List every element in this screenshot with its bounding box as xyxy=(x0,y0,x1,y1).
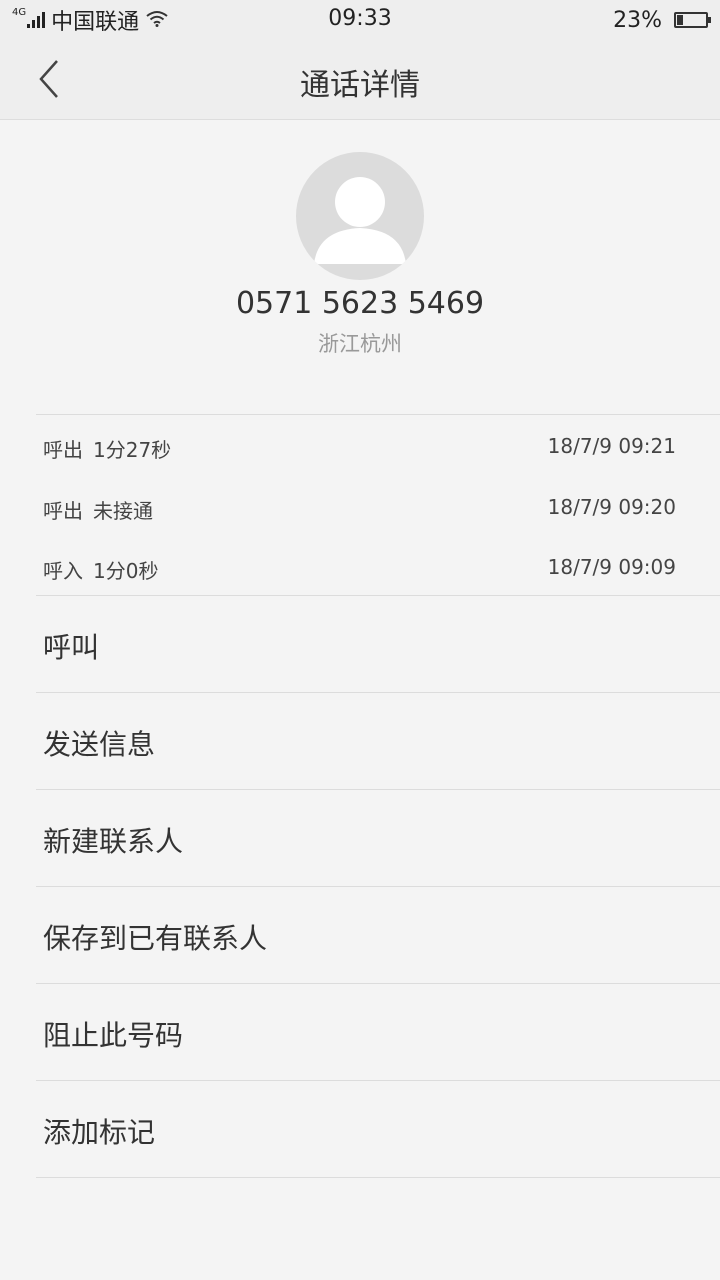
action-label: 呼叫 xyxy=(43,631,100,664)
battery-percent: 23% xyxy=(613,7,662,33)
call-time: 18/7/9 09:20 xyxy=(547,495,676,519)
call-duration: 未接通 xyxy=(93,499,153,523)
action-label: 新建联系人 xyxy=(43,825,184,858)
call-time: 18/7/9 09:21 xyxy=(547,434,676,458)
call-duration: 1分0秒 xyxy=(93,559,159,583)
send-message-button[interactable]: 发送信息 xyxy=(0,693,720,789)
new-contact-button[interactable]: 新建联系人 xyxy=(0,790,720,886)
page-title: 通话详情 xyxy=(300,68,420,103)
status-right: 23% xyxy=(613,6,711,34)
location: 浙江杭州 xyxy=(318,332,402,356)
block-number-button[interactable]: 阻止此号码 xyxy=(0,984,720,1080)
nav-bar: 通话详情 xyxy=(0,40,720,120)
call-time: 18/7/9 09:09 xyxy=(547,555,676,579)
status-time: 09:33 xyxy=(328,6,392,31)
call-button[interactable]: 呼叫 xyxy=(0,596,720,692)
call-log-row: 呼出 1分27秒 18/7/9 09:21 xyxy=(0,426,720,466)
status-bar: 4G 中国联通 09:33 23% xyxy=(0,0,720,40)
avatar[interactable] xyxy=(296,152,424,280)
phone-number: 0571 5623 5469 xyxy=(235,286,485,321)
default-avatar-icon xyxy=(314,177,406,264)
action-label: 保存到已有联系人 xyxy=(43,922,268,955)
call-log-row: 呼出 未接通 18/7/9 09:20 xyxy=(0,487,720,527)
add-tag-button[interactable]: 添加标记 xyxy=(0,1081,720,1177)
action-label: 添加标记 xyxy=(43,1116,156,1149)
call-log-row: 呼入 1分0秒 18/7/9 09:09 xyxy=(0,547,720,587)
divider xyxy=(36,1177,720,1178)
battery-icon xyxy=(674,12,711,28)
battery-fill xyxy=(677,15,683,25)
call-type: 呼出 xyxy=(43,438,83,462)
call-type: 呼入 xyxy=(43,559,83,583)
call-type: 呼出 xyxy=(43,499,83,523)
action-label: 阻止此号码 xyxy=(43,1019,184,1052)
save-to-existing-contact-button[interactable]: 保存到已有联系人 xyxy=(0,887,720,983)
action-label: 发送信息 xyxy=(43,728,156,761)
call-duration: 1分27秒 xyxy=(93,438,172,462)
divider xyxy=(36,414,720,415)
